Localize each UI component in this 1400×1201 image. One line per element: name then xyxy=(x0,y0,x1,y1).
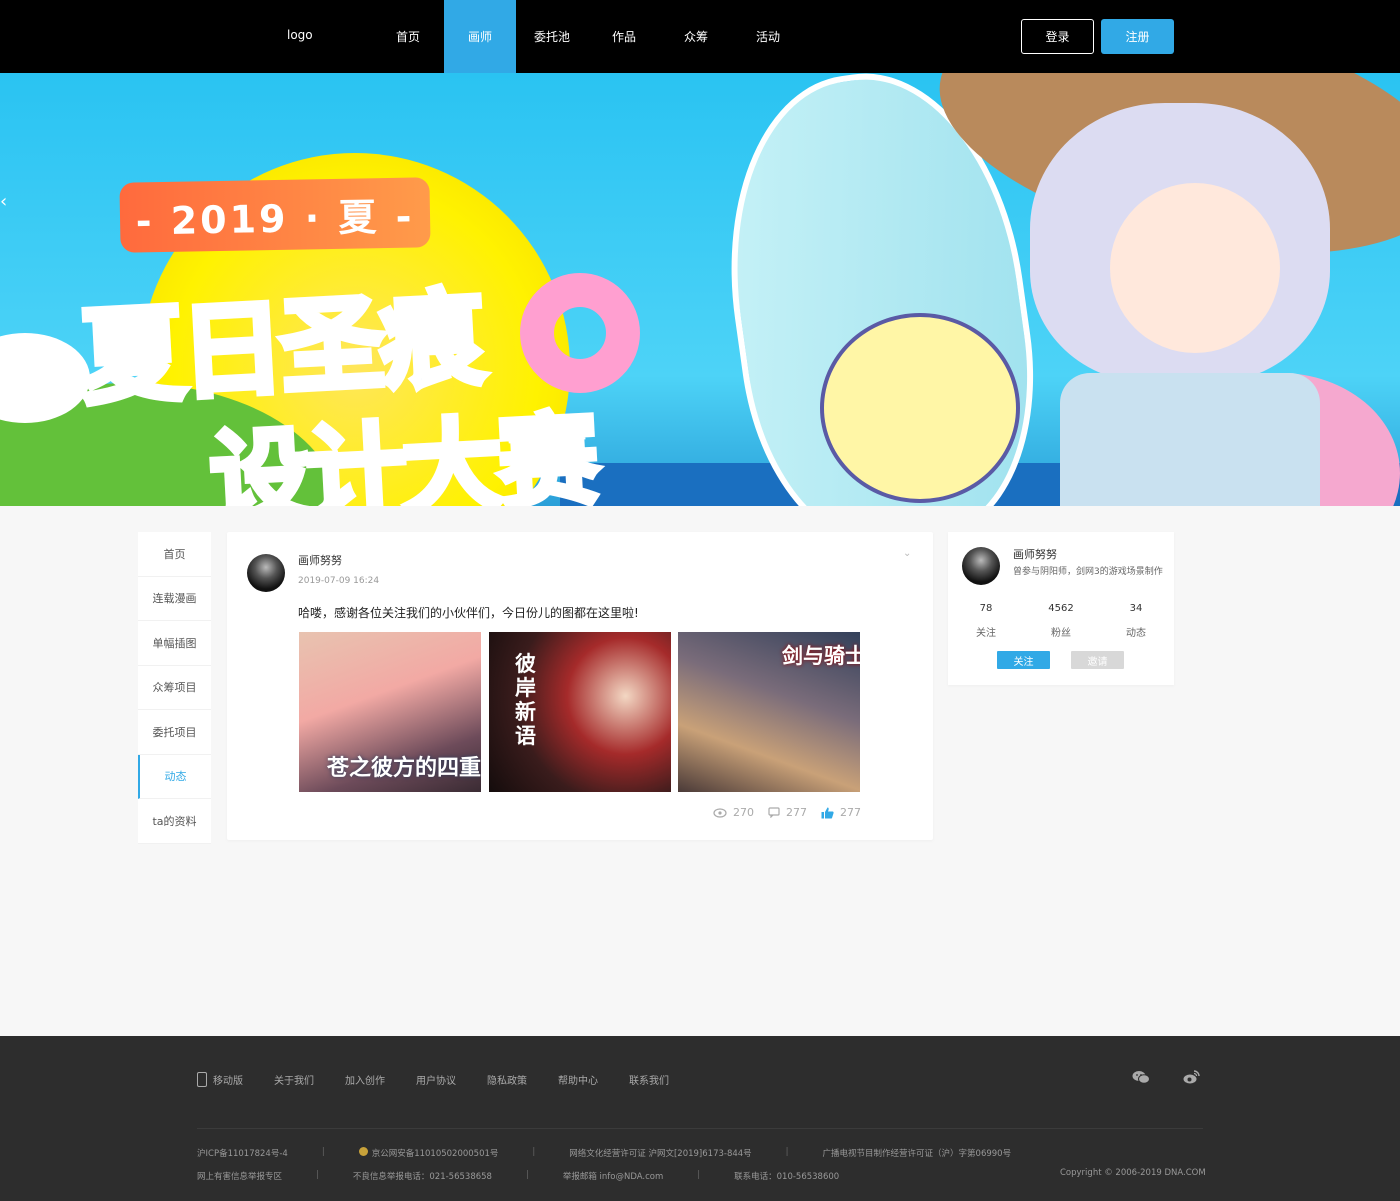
stat-posts[interactable]: 34 动态 xyxy=(1106,603,1166,639)
banner-title-line2: 设计大赛 xyxy=(205,398,601,506)
profile-name[interactable]: 画师努努 xyxy=(1013,546,1057,562)
culture-license[interactable]: 网络文化经营许可证 沪网文[2019]6173-844号 xyxy=(569,1147,751,1159)
nav-commission-pool[interactable]: 委托池 xyxy=(516,0,588,73)
stat-posts-label: 动态 xyxy=(1126,628,1146,639)
eye-icon xyxy=(713,807,727,818)
footer-license-row-2: 网上有害信息举报专区 | 不良信息举报电话：021-56538658 | 举报邮… xyxy=(197,1170,840,1182)
nav-artists[interactable]: 画师 xyxy=(444,0,516,73)
banner-swim-ring-illustration xyxy=(520,273,640,393)
post-image-3-caption: 剑与骑士 xyxy=(782,644,860,668)
banner-girl-dress-illustration xyxy=(1060,373,1320,506)
comments-stat[interactable]: 277 xyxy=(768,806,807,819)
footer-link-join[interactable]: 加入创作 xyxy=(345,1072,385,1087)
report-phone: 不良信息举报电话：021-56538658 xyxy=(352,1172,492,1182)
footer-divider xyxy=(197,1128,1203,1129)
post-image-2[interactable]: 彼岸新语 xyxy=(489,632,671,792)
side-item-crowdfunding[interactable]: 众筹项目 xyxy=(138,666,211,710)
banner-year-badge: - 2019 · 夏 - xyxy=(119,177,431,253)
banner-fish-illustration xyxy=(820,313,1020,503)
chevron-down-icon[interactable]: ⌄ xyxy=(903,548,911,559)
stat-fans[interactable]: 4562 粉丝 xyxy=(1031,603,1091,639)
wechat-icon[interactable] xyxy=(1132,1070,1150,1084)
side-item-commissions[interactable]: 委托项目 xyxy=(138,710,211,755)
site-logo[interactable]: logo xyxy=(287,28,313,42)
copyright: Copyright © 2006-2019 DNA.COM xyxy=(1060,1168,1206,1178)
main-nav: 首页 画师 委托池 作品 众筹 活动 xyxy=(372,0,804,73)
harmful-info-report[interactable]: 网上有害信息举报专区 xyxy=(197,1170,282,1182)
post-author-avatar[interactable] xyxy=(247,554,285,592)
broadcast-license[interactable]: 广播电视节目制作经营许可证（沪）字第06990号 xyxy=(823,1147,1012,1159)
invite-button[interactable]: 邀请 xyxy=(1071,651,1124,669)
nav-crowdfunding[interactable]: 众筹 xyxy=(660,0,732,73)
side-item-serial-comics[interactable]: 连载漫画 xyxy=(138,577,211,621)
footer-link-help[interactable]: 帮助中心 xyxy=(558,1072,598,1087)
follow-button[interactable]: 关注 xyxy=(997,651,1050,669)
post-author-name[interactable]: 画师努努 xyxy=(298,552,342,568)
side-item-home[interactable]: 首页 xyxy=(138,532,211,577)
nav-works[interactable]: 作品 xyxy=(588,0,660,73)
post-stats: 270 277 277 xyxy=(713,806,861,819)
top-navbar: logo 首页 画师 委托池 作品 众筹 活动 登录 注册 xyxy=(0,0,1400,73)
login-button[interactable]: 登录 xyxy=(1021,19,1094,54)
thumbs-up-icon xyxy=(821,807,834,818)
icp-license[interactable]: 沪ICP备11017824号-4 xyxy=(197,1147,288,1159)
post-image-3[interactable]: 剑与骑士 xyxy=(678,632,860,792)
views-stat: 270 xyxy=(713,806,754,819)
post-image-1[interactable]: 苍之彼方的四重 xyxy=(299,632,481,792)
stat-fans-value: 4562 xyxy=(1048,603,1074,614)
banner-girl-face-illustration xyxy=(1110,183,1280,353)
nav-home[interactable]: 首页 xyxy=(372,0,444,73)
footer-link-contact[interactable]: 联系我们 xyxy=(629,1072,669,1087)
banner-prev-arrow-icon[interactable]: ‹ xyxy=(0,191,7,212)
contact-phone: 联系电话：010-56538600 xyxy=(734,1172,840,1182)
hero-banner[interactable]: - 2019 · 夏 - 夏日圣痕 设计大赛 ‹ xyxy=(0,73,1400,506)
profile-side-menu: 首页 连载漫画 单幅插图 众筹项目 委托项目 动态 ta的资料 xyxy=(138,532,211,844)
footer-links: 移动版 关于我们 加入创作 用户协议 隐私政策 帮助中心 联系我们 xyxy=(197,1072,700,1087)
mobile-phone-icon xyxy=(197,1072,207,1087)
comments-count: 277 xyxy=(786,806,807,819)
side-item-illustrations[interactable]: 单幅插图 xyxy=(138,621,211,666)
footer-link-privacy[interactable]: 隐私政策 xyxy=(487,1072,527,1087)
police-badge-icon xyxy=(358,1147,368,1156)
likes-stat[interactable]: 277 xyxy=(821,806,861,819)
post-image-2-caption: 彼岸新语 xyxy=(515,652,536,748)
profile-description: 曾参与阴阳师，剑网3的游戏场景制作 xyxy=(1013,567,1163,577)
activity-post-card: 画师努努 2019-07-09 16:24 ⌄ 哈喽，感谢各位关注我们的小伙伴们… xyxy=(227,532,933,840)
likes-count: 277 xyxy=(840,806,861,819)
nav-events[interactable]: 活动 xyxy=(732,0,804,73)
profile-avatar[interactable] xyxy=(962,547,1000,585)
stat-fans-label: 粉丝 xyxy=(1051,628,1071,639)
footer-link-user-agreement[interactable]: 用户协议 xyxy=(416,1072,456,1087)
comment-icon xyxy=(768,807,780,818)
post-text: 哈喽，感谢各位关注我们的小伙伴们，今日份儿的图都在这里啦! xyxy=(298,606,639,620)
side-item-activity[interactable]: 动态 xyxy=(138,754,211,799)
post-timestamp: 2019-07-09 16:24 xyxy=(298,576,380,586)
stat-following-value: 78 xyxy=(979,603,993,614)
views-count: 270 xyxy=(733,806,754,819)
public-security-record[interactable]: 京公网安备11010502000501号 xyxy=(372,1147,499,1159)
report-email[interactable]: 举报邮箱 info@NDA.com xyxy=(563,1170,663,1182)
footer-link-mobile[interactable]: 移动版 xyxy=(213,1072,243,1087)
post-image-1-caption: 苍之彼方的四重 xyxy=(327,756,481,781)
weibo-icon[interactable] xyxy=(1183,1070,1200,1084)
artist-profile-card: 画师努努 曾参与阴阳师，剑网3的游戏场景制作 78 关注 4562 粉丝 34 … xyxy=(948,532,1174,685)
site-footer: 移动版 关于我们 加入创作 用户协议 隐私政策 帮助中心 联系我们 沪ICP备1… xyxy=(0,1036,1400,1201)
stat-following-label: 关注 xyxy=(976,628,996,639)
footer-license-row-1: 沪ICP备11017824号-4 | 京公网安备11010502000501号 … xyxy=(197,1147,1012,1159)
register-button[interactable]: 注册 xyxy=(1101,19,1174,54)
footer-link-about[interactable]: 关于我们 xyxy=(274,1072,314,1087)
stat-following[interactable]: 78 关注 xyxy=(956,603,1016,639)
stat-posts-value: 34 xyxy=(1129,603,1143,614)
side-item-profile-info[interactable]: ta的资料 xyxy=(138,799,211,844)
